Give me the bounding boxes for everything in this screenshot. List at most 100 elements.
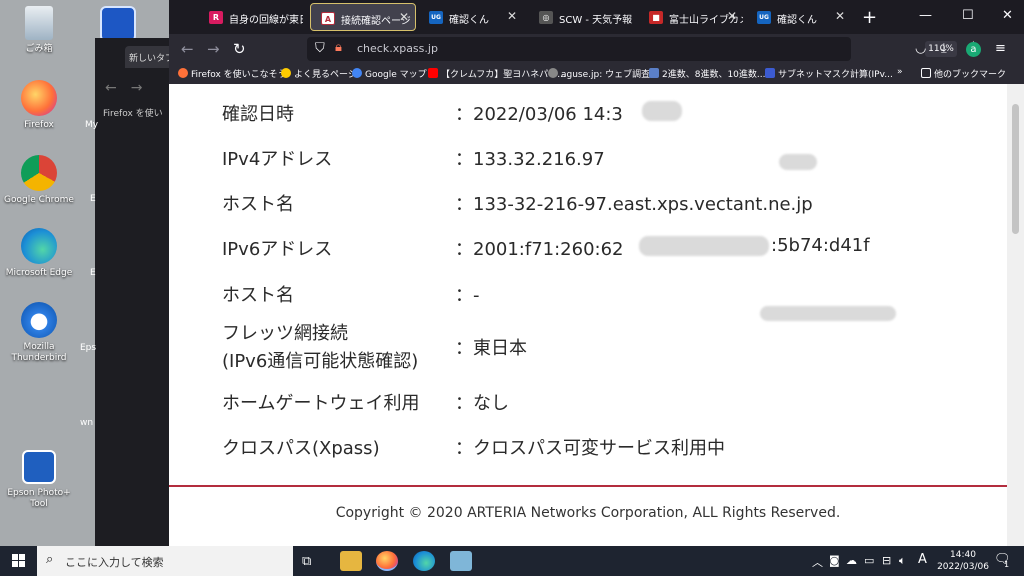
bookmark-item[interactable]: サブネットマスク計算(IPv... bbox=[765, 67, 893, 80]
desktop-label-fragment: Eps bbox=[80, 343, 97, 353]
tab-1[interactable]: R 自身の回線が東日本 bbox=[199, 3, 303, 31]
downloads-icon[interactable]: ⤓ bbox=[941, 41, 947, 56]
taskbar: ⌕ ここに入力して検索 ⧉ ︿ ◙ ☁ ▭ ⊟ 🔈︎ A 14:40 2022/… bbox=[0, 546, 1024, 576]
network-icon[interactable]: ⊟ bbox=[882, 554, 891, 567]
tab-favicon: UG bbox=[757, 11, 771, 24]
firefox-taskbar-icon[interactable] bbox=[376, 551, 398, 571]
bookmark-item[interactable]: Google マップ bbox=[352, 67, 427, 80]
bookmark-item[interactable]: 2進数、8進数、10進数... bbox=[649, 67, 766, 80]
recycle-bin-label: ごみ箱 bbox=[25, 44, 53, 54]
task-view-icon[interactable]: ⧉ bbox=[302, 554, 324, 574]
pocket-icon[interactable]: ◡ bbox=[915, 41, 926, 56]
row-label: 確認日時 bbox=[222, 104, 294, 125]
shield-icon[interactable]: ⛉ bbox=[315, 41, 325, 56]
new-tab-icon[interactable]: + bbox=[862, 7, 877, 28]
close-tab-icon[interactable]: ✕ bbox=[399, 10, 409, 24]
bookmark-item[interactable]: aguse.jp: ウェブ調査 bbox=[548, 67, 650, 80]
lock-icon[interactable]: 🔒︎ bbox=[335, 40, 342, 55]
desktop-label-fragment: E bbox=[90, 268, 96, 278]
app-taskbar-icon[interactable] bbox=[450, 551, 472, 571]
close-window-icon[interactable]: ✕ bbox=[1002, 8, 1013, 23]
row-label: ホスト名 bbox=[222, 285, 294, 306]
forward-icon[interactable]: → bbox=[207, 40, 220, 58]
meet-now-icon[interactable]: ◙ bbox=[829, 554, 840, 567]
abc-app-icon bbox=[100, 6, 136, 42]
epson-photo-shortcut[interactable]: Epson Photo+ Tool bbox=[1, 450, 77, 510]
tab-5[interactable]: ■ 富士山ライブカメラ ✕ bbox=[639, 3, 743, 31]
firefox-window: R 自身の回線が東日本 A 接続確認ページ ✕ UG 確認くん ✕ ◎ SCW … bbox=[169, 0, 1024, 546]
tab-favicon: ◎ bbox=[539, 11, 553, 24]
tab-3[interactable]: UG 確認くん ✕ bbox=[419, 3, 523, 31]
edge-label: Microsoft Edge bbox=[5, 268, 73, 278]
tab-strip: R 自身の回線が東日本 A 接続確認ページ ✕ UG 確認くん ✕ ◎ SCW … bbox=[169, 0, 1024, 34]
folder-icon bbox=[921, 68, 931, 78]
firefox-icon bbox=[21, 80, 57, 116]
row-label: クロスパス(Xpass) bbox=[222, 438, 380, 459]
row-value: ：2001:f71:260:62 bbox=[455, 239, 624, 260]
close-tab-icon[interactable]: ✕ bbox=[507, 9, 517, 23]
thunderbird-icon bbox=[21, 302, 57, 338]
google-icon bbox=[352, 68, 362, 78]
page-icon bbox=[765, 68, 775, 78]
start-button[interactable] bbox=[12, 554, 26, 568]
minimize-icon[interactable]: — bbox=[919, 8, 932, 23]
other-bookmarks[interactable]: 他のブックマーク bbox=[921, 67, 1006, 80]
windows-logo-icon bbox=[12, 554, 18, 560]
bookmark-item[interactable]: 【クレムフカ】聖ヨハネパウ... bbox=[428, 67, 566, 80]
tab-favicon: A bbox=[321, 12, 335, 25]
volume-icon[interactable]: 🔈︎ bbox=[899, 554, 906, 568]
firefox-bookmark-icon bbox=[178, 68, 188, 78]
tab-title: SCW - 天気予報 bbox=[559, 15, 633, 26]
page-scrollbar[interactable] bbox=[1007, 84, 1024, 546]
page-icon bbox=[649, 68, 659, 78]
device-icon[interactable]: ▭ bbox=[864, 554, 874, 567]
background-bookmark[interactable]: Firefox を使い bbox=[103, 106, 163, 119]
notification-count: 1 bbox=[1004, 560, 1010, 569]
cloud-icon[interactable]: ☁ bbox=[846, 554, 857, 567]
row-value-tail: :5b74:d41f bbox=[771, 235, 870, 256]
row-label-line2: (IPv6通信可能状態確認) bbox=[222, 351, 419, 372]
url-text[interactable]: check.xpass.jp bbox=[357, 42, 438, 55]
extension-icon[interactable]: a bbox=[966, 42, 981, 57]
recycle-bin-icon bbox=[25, 6, 53, 40]
edge-shortcut[interactable]: Microsoft Edge bbox=[1, 228, 77, 279]
bookmark-item[interactable]: よく見るページ bbox=[281, 67, 357, 80]
edge-taskbar-icon[interactable] bbox=[413, 551, 435, 571]
tab-4[interactable]: ◎ SCW - 天気予報 bbox=[529, 3, 633, 31]
tab-2-active[interactable]: A 接続確認ページ ✕ bbox=[310, 3, 416, 31]
ime-indicator[interactable]: A bbox=[918, 552, 927, 567]
tab-favicon: UG bbox=[429, 11, 443, 24]
close-tab-icon[interactable]: ✕ bbox=[727, 9, 737, 23]
thunderbird-shortcut[interactable]: Mozilla Thunderbird bbox=[1, 302, 77, 364]
chrome-shortcut[interactable]: Google Chrome bbox=[1, 155, 77, 206]
globe-icon bbox=[548, 68, 558, 78]
menu-icon[interactable]: ≡ bbox=[995, 41, 1006, 56]
taskbar-search[interactable]: ⌕ ここに入力して検索 bbox=[37, 546, 293, 576]
row-label: IPv4アドレス bbox=[222, 149, 333, 170]
tab-6[interactable]: UG 確認くん ✕ bbox=[747, 3, 851, 31]
reload-icon[interactable]: ↻ bbox=[233, 40, 246, 58]
address-bar[interactable]: ⛉ 🔒︎ check.xpass.jp 110% ☆ bbox=[307, 37, 980, 61]
bookmark-item[interactable]: Firefox を使いこなそう bbox=[178, 67, 287, 80]
firefox-shortcut[interactable]: Firefox bbox=[1, 80, 77, 131]
search-placeholder: ここに入力して検索 bbox=[65, 556, 164, 569]
row-value: ：東日本 bbox=[455, 338, 527, 359]
tab-title: 確認くん bbox=[777, 15, 817, 26]
maximize-icon[interactable]: ☐ bbox=[962, 8, 974, 23]
tab-title: 自身の回線が東日本 bbox=[229, 15, 303, 26]
chrome-icon bbox=[21, 155, 57, 191]
bookmark-overflow-icon[interactable]: » bbox=[897, 67, 903, 77]
desktop-label-fragment: wn bbox=[80, 418, 94, 428]
gear-icon bbox=[281, 68, 291, 78]
clock[interactable]: 14:40 2022/03/06 bbox=[936, 549, 990, 573]
time: 14:40 bbox=[950, 550, 976, 560]
row-value: ：133.32.216.97 bbox=[455, 149, 605, 170]
back-icon[interactable]: ← bbox=[181, 40, 194, 58]
copyright-text: Copyright © 2020 ARTERIA Networks Corpor… bbox=[335, 505, 841, 521]
recycle-bin-shortcut[interactable]: ごみ箱 bbox=[1, 6, 77, 55]
show-hidden-icons-icon[interactable]: ︿ bbox=[812, 554, 823, 570]
file-explorer-icon[interactable] bbox=[340, 551, 362, 571]
close-tab-icon[interactable]: ✕ bbox=[835, 9, 845, 23]
date: 2022/03/06 bbox=[937, 562, 989, 572]
scrollbar-thumb[interactable] bbox=[1012, 104, 1019, 234]
